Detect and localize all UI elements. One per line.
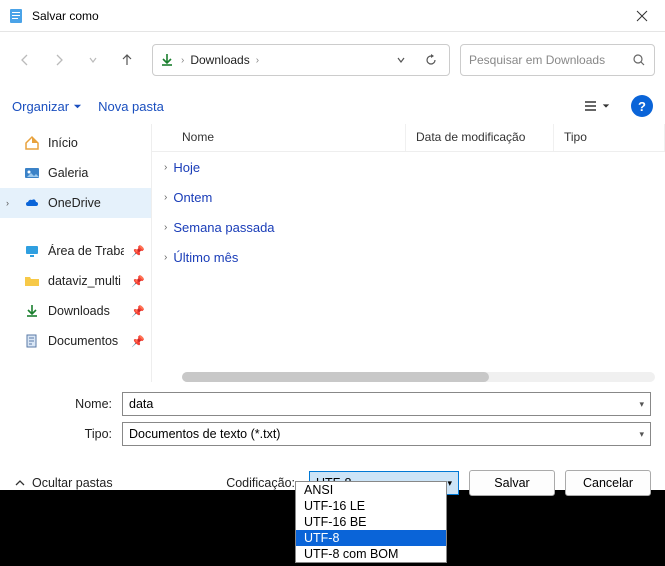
- chevron-right-icon: ›: [256, 55, 259, 66]
- chevron-right-icon: ›: [164, 162, 167, 173]
- encoding-option-utf8bom[interactable]: UTF-8 com BOM: [296, 546, 446, 562]
- pin-icon[interactable]: 📌: [131, 305, 145, 318]
- download-icon: [159, 52, 175, 68]
- file-browser: Início Galeria › OneDrive Área de Trabal…: [0, 124, 665, 382]
- help-button[interactable]: ?: [631, 95, 653, 117]
- sidebar-item-downloads[interactable]: Downloads 📌: [0, 296, 151, 326]
- filename-label: Nome:: [14, 397, 122, 411]
- encoding-option-utf8[interactable]: UTF-8: [296, 530, 446, 546]
- file-list: Nome Data de modificação Tipo ›Hoje ›Ont…: [152, 124, 665, 382]
- chevron-down-icon[interactable]: ▾: [639, 399, 644, 410]
- download-icon: [24, 303, 40, 319]
- chevron-up-icon: [14, 477, 26, 489]
- filename-input[interactable]: data▾: [122, 392, 651, 416]
- sidebar-item-label: OneDrive: [48, 196, 101, 210]
- encoding-label: Codificação:: [226, 476, 295, 490]
- toolbar: Organizar Nova pasta ?: [0, 88, 665, 124]
- breadcrumb-location[interactable]: Downloads: [190, 53, 249, 67]
- sidebar-item-dataviz[interactable]: dataviz_multi 📌: [0, 266, 151, 296]
- pin-icon[interactable]: 📌: [131, 335, 145, 348]
- pin-icon[interactable]: 📌: [131, 275, 145, 288]
- group-today[interactable]: ›Hoje: [152, 152, 665, 182]
- save-as-dialog: Salvar como › Downloads › Organizar Nova…: [0, 0, 665, 490]
- column-headers: Nome Data de modificação Tipo: [152, 124, 665, 152]
- desktop-icon: [24, 243, 40, 259]
- filetype-select[interactable]: Documentos de texto (*.txt)▾: [122, 422, 651, 446]
- filetype-label: Tipo:: [14, 427, 122, 441]
- up-button[interactable]: [112, 45, 142, 75]
- sidebar-item-onedrive[interactable]: › OneDrive: [0, 188, 151, 218]
- sidebar-item-label: Galeria: [48, 166, 88, 180]
- hide-folders-button[interactable]: Ocultar pastas: [14, 476, 113, 490]
- sidebar-item-label: Documentos: [48, 334, 118, 348]
- window-title: Salvar como: [32, 9, 619, 23]
- chevron-right-icon: ›: [164, 192, 167, 203]
- documents-icon: [24, 333, 40, 349]
- sidebar-item-documents[interactable]: Documentos 📌: [0, 326, 151, 356]
- save-button[interactable]: Salvar: [469, 470, 555, 496]
- new-folder-button[interactable]: Nova pasta: [98, 99, 164, 114]
- group-lastweek[interactable]: ›Semana passada: [152, 212, 665, 242]
- cancel-button[interactable]: Cancelar: [565, 470, 651, 496]
- search-input[interactable]: [469, 53, 632, 67]
- titlebar: Salvar como: [0, 0, 665, 32]
- gallery-icon: [24, 165, 40, 181]
- close-button[interactable]: [619, 0, 665, 32]
- column-date[interactable]: Data de modificação: [406, 124, 554, 151]
- encoding-option-utf16le[interactable]: UTF-16 LE: [296, 498, 446, 514]
- sidebar: Início Galeria › OneDrive Área de Trabal…: [0, 124, 152, 382]
- breadcrumb-dropdown[interactable]: [389, 48, 413, 72]
- sidebar-item-label: Início: [48, 136, 78, 150]
- sidebar-item-gallery[interactable]: Galeria: [0, 158, 151, 188]
- forward-button[interactable]: [44, 45, 74, 75]
- sidebar-item-desktop[interactable]: Área de Trabalho 📌: [0, 236, 151, 266]
- search-box[interactable]: [460, 44, 655, 76]
- view-options-button[interactable]: [579, 92, 615, 120]
- sidebar-item-label: dataviz_multi: [48, 274, 121, 288]
- search-icon[interactable]: [632, 53, 646, 67]
- encoding-option-utf16be[interactable]: UTF-16 BE: [296, 514, 446, 530]
- chevron-right-icon: ›: [164, 222, 167, 233]
- sidebar-item-home[interactable]: Início: [0, 128, 151, 158]
- nav-row: › Downloads ›: [0, 32, 665, 88]
- onedrive-icon: [24, 195, 40, 211]
- breadcrumb[interactable]: › Downloads ›: [152, 44, 450, 76]
- refresh-button[interactable]: [419, 48, 443, 72]
- chevron-right-icon[interactable]: ›: [6, 198, 9, 208]
- back-button[interactable]: [10, 45, 40, 75]
- encoding-option-ansi[interactable]: ANSI: [296, 482, 446, 498]
- notepad-icon: [8, 8, 24, 24]
- column-name[interactable]: Nome: [152, 124, 406, 151]
- column-type[interactable]: Tipo: [554, 124, 665, 151]
- sidebar-item-label: Área de Trabalho: [48, 244, 124, 258]
- chevron-down-icon[interactable]: ▾: [447, 478, 452, 489]
- sidebar-item-label: Downloads: [48, 304, 110, 318]
- encoding-dropdown[interactable]: ANSI UTF-16 LE UTF-16 BE UTF-8 UTF-8 com…: [295, 481, 447, 563]
- organize-button[interactable]: Organizar: [12, 99, 82, 114]
- horizontal-scrollbar[interactable]: [182, 372, 655, 382]
- group-yesterday[interactable]: ›Ontem: [152, 182, 665, 212]
- chevron-down-icon[interactable]: ▾: [639, 429, 644, 440]
- group-lastmonth[interactable]: ›Último mês: [152, 242, 665, 272]
- file-fields: Nome: data▾ Tipo: Documentos de texto (*…: [0, 382, 665, 462]
- home-icon: [24, 135, 40, 151]
- recent-dropdown[interactable]: [78, 45, 108, 75]
- pin-icon[interactable]: 📌: [131, 245, 145, 258]
- folder-icon: [24, 273, 40, 289]
- chevron-right-icon: ›: [164, 252, 167, 263]
- scrollbar-thumb[interactable]: [182, 372, 489, 382]
- chevron-right-icon: ›: [181, 55, 184, 66]
